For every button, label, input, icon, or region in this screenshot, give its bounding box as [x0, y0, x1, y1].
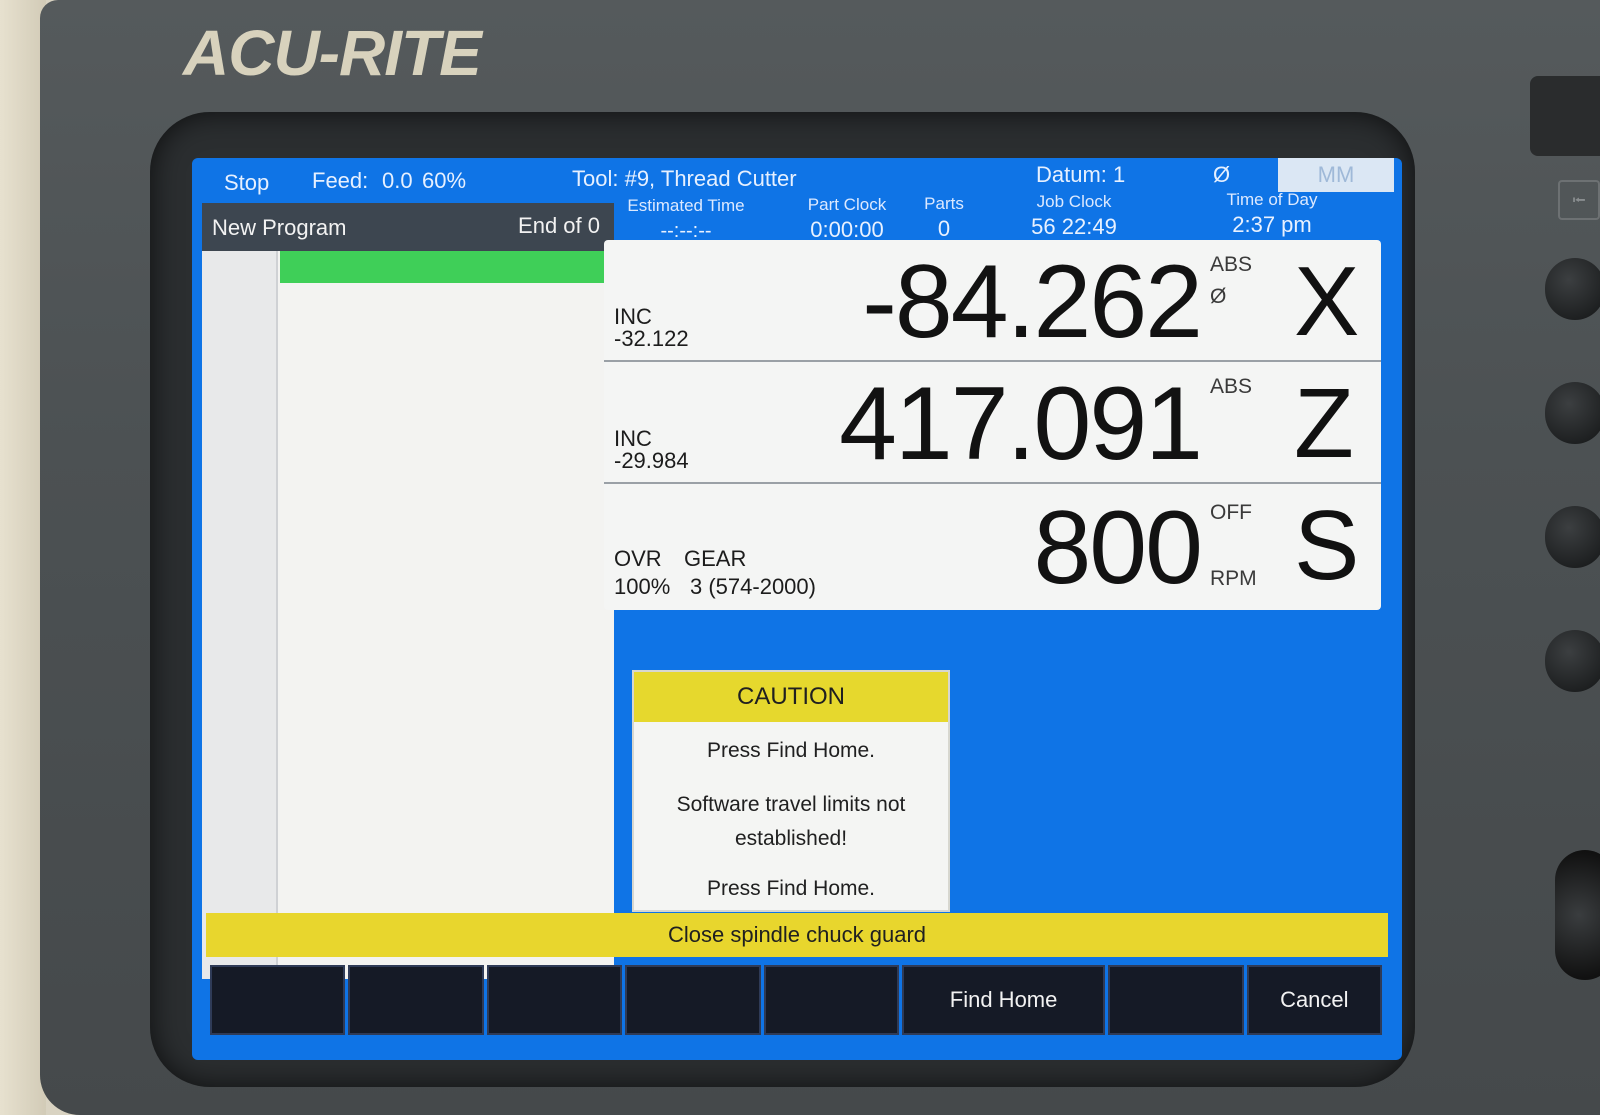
- time-of-day-label: Time of Day: [1226, 190, 1318, 209]
- diameter-icon: Ø: [1213, 162, 1231, 187]
- spindle-state: OFF: [1210, 501, 1252, 524]
- job-clock-value: 56 22:49: [1031, 214, 1117, 239]
- spindle-unit: RPM: [1210, 567, 1257, 590]
- gear-value: 3 (574-2000): [690, 574, 816, 599]
- lcd-screen: Stop Feed: 0.0 60% Tool: #9, Thread Cutt…: [192, 158, 1402, 1060]
- estimated-time-label: Estimated Time: [627, 196, 745, 215]
- job-clock-label: Job Clock: [1036, 192, 1112, 211]
- axis-row-z[interactable]: INC -29.984 417.091 ABS Z: [604, 362, 1381, 484]
- side-hardkey-2[interactable]: [1545, 382, 1600, 444]
- feed-override-knob[interactable]: [1555, 850, 1600, 980]
- message-bar: Close spindle chuck guard: [206, 913, 1388, 957]
- caution-line-2: Software travel limits not established!: [676, 793, 906, 850]
- softkey-7[interactable]: [1108, 965, 1244, 1035]
- z-inc-label: INC: [614, 426, 652, 451]
- caution-line-1: Press Find Home.: [706, 739, 876, 762]
- softkey-1[interactable]: [210, 965, 346, 1035]
- program-header: New Program End of 0: [202, 203, 614, 251]
- x-diameter-icon: Ø: [1210, 285, 1227, 308]
- axis-row-spindle[interactable]: OVR 100% GEAR 3 (574-2000) 800 OFF RPM S: [604, 484, 1381, 606]
- x-position-value: -84.262: [862, 244, 1203, 360]
- feed-label: Feed:: [312, 168, 369, 193]
- find-home-button[interactable]: Find Home: [901, 965, 1106, 1035]
- spindle-letter: S: [1294, 490, 1360, 600]
- softkey-5[interactable]: [763, 965, 899, 1035]
- run-status: Stop: [224, 170, 270, 195]
- current-line-highlight[interactable]: [280, 251, 614, 283]
- program-position: End of 0: [518, 213, 600, 238]
- ovr-label: OVR: [614, 546, 662, 571]
- parts-value: 0: [937, 216, 951, 241]
- side-slot: [1530, 76, 1600, 156]
- feed-override: 60%: [422, 168, 467, 193]
- x-inc-value: -32.122: [614, 326, 689, 351]
- softkey-4[interactable]: [625, 965, 761, 1035]
- part-clock-label: Part Clock: [807, 195, 887, 214]
- side-hardkey-3[interactable]: [1545, 506, 1600, 568]
- program-name: New Program: [212, 215, 347, 240]
- usb-icon: ⭰: [1558, 180, 1600, 220]
- program-panel[interactable]: New Program End of 0: [202, 203, 614, 979]
- datum-info: Datum: 1: [1036, 162, 1126, 187]
- parts-label: Parts: [924, 194, 964, 213]
- find-home-label: Find Home: [949, 987, 1058, 1012]
- brand-logo: ACU-RITE: [183, 17, 482, 89]
- caution-title: CAUTION: [634, 672, 948, 722]
- feed-value: 0.0: [382, 168, 413, 193]
- x-axis-letter: X: [1294, 246, 1360, 356]
- units-indicator: MM: [1278, 158, 1394, 192]
- z-axis-letter: Z: [1294, 368, 1354, 478]
- z-inc-value: -29.984: [614, 448, 689, 473]
- cancel-button[interactable]: Cancel: [1246, 965, 1382, 1035]
- gear-label: GEAR: [684, 546, 747, 571]
- tool-info: Tool: #9, Thread Cutter: [572, 166, 797, 191]
- side-hardkey-1[interactable]: [1545, 258, 1600, 320]
- line-number-column: [202, 251, 278, 979]
- ovr-value: 100%: [614, 574, 671, 599]
- axis-row-x[interactable]: INC -32.122 -84.262 ABS Ø X: [604, 240, 1381, 362]
- time-of-day-value: 2:37 pm: [1232, 212, 1312, 237]
- x-mode: ABS: [1210, 253, 1253, 276]
- axis-display-panel: INC -32.122 -84.262 ABS Ø X INC -29.984 …: [604, 240, 1381, 610]
- side-hardkey-4[interactable]: [1545, 630, 1600, 692]
- softkey-2[interactable]: [348, 965, 484, 1035]
- z-position-value: 417.091: [839, 366, 1203, 482]
- caution-line-3: Press Find Home.: [706, 877, 876, 900]
- z-mode: ABS: [1210, 375, 1253, 398]
- x-inc-label: INC: [614, 304, 652, 329]
- spindle-speed-value: 800: [1033, 490, 1203, 606]
- softkey-row: Find Home Cancel: [210, 965, 1382, 1035]
- caution-dialog: CAUTION Press Find Home. Software travel…: [632, 670, 950, 912]
- cancel-label: Cancel: [1280, 987, 1349, 1012]
- softkey-3[interactable]: [486, 965, 623, 1035]
